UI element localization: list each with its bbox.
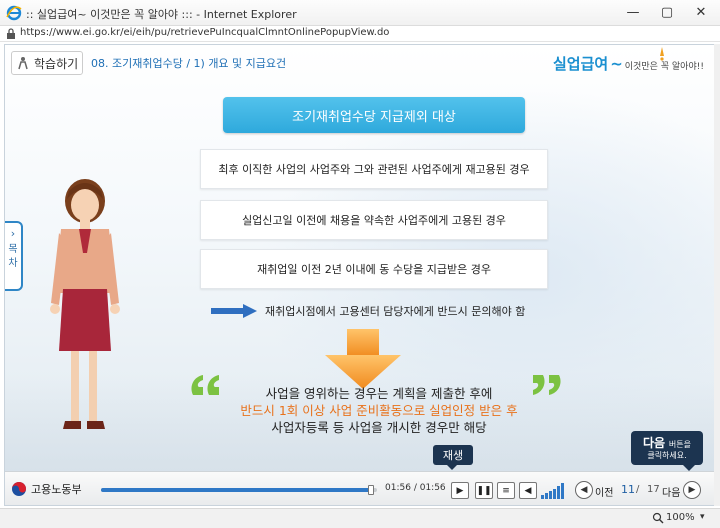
page-total: 17 <box>647 484 660 495</box>
status-bar: 100% ▾ <box>0 508 720 528</box>
brand-logo: 실업급여 ~ 이것만은 꼭 알아야!! <box>553 47 704 74</box>
time-current: 01:56 <box>385 483 411 493</box>
lock-icon <box>7 28 15 39</box>
window-title: :: 실업급여~ 이것만은 꼭 알아야 ::: - Internet Explo… <box>26 8 297 21</box>
zoom-level[interactable]: 100% <box>666 512 695 523</box>
progress-fill <box>101 488 372 492</box>
quote-line-highlight: 반드시 1회 이상 사업 준비활동으로 실업인정 받은 후 <box>240 403 518 418</box>
volume-button[interactable]: ◀ <box>519 482 537 499</box>
ministry-name: 고용노동부 <box>31 483 82 496</box>
section-title: 08. 조기재취업수당 / 1) 개요 및 지급요건 <box>91 57 287 70</box>
internet-explorer-icon <box>6 5 22 21</box>
volume-level-icon[interactable] <box>541 482 567 499</box>
brand-tilde: ~ <box>610 55 623 73</box>
url-text[interactable]: https://www.ei.go.kr/ei/eih/pu/retrieveP… <box>20 27 389 38</box>
person-reading-icon <box>18 57 28 70</box>
chevron-right-icon: › <box>10 227 16 240</box>
prev-page-button[interactable]: ◀ <box>575 481 593 499</box>
maximize-button[interactable]: ▢ <box>650 0 684 24</box>
timecode: 01:56 / 01:56 <box>385 483 446 493</box>
next-hint-line2: 클릭하세요. <box>647 451 687 460</box>
close-button[interactable]: ✕ <box>684 0 718 24</box>
notice-text: 재취업시점에서 고용센터 담당자에게 반드시 문의해야 함 <box>265 305 526 318</box>
next-hint-small: 버튼을 <box>668 440 691 449</box>
quote-line: 사업을 영위하는 경우는 계획을 제출한 후에 <box>265 386 493 401</box>
menu-button[interactable]: ≡ <box>497 482 515 499</box>
chevron-down-icon[interactable]: ▾ <box>700 512 705 522</box>
brand-main: 실업급여 <box>553 55 609 73</box>
presenter-character <box>50 179 120 429</box>
exclamation-deco-icon <box>660 47 664 61</box>
exclusion-item: 최후 이직한 사업의 사업주와 그와 관련된 사업주에게 재고용된 경우 <box>200 149 548 189</box>
next-hint-title: 다음 <box>642 436 666 450</box>
page-current: 11 <box>621 483 635 496</box>
toc-tab[interactable]: › 목 차 <box>5 221 23 291</box>
progress-handle[interactable] <box>368 485 375 495</box>
time-total: 01:56 <box>419 483 446 493</box>
player-controls: 고용노동부 01:56 / 01:56 ▶ ❚❚ ≡ ◀ ◀ 이전 11 / 1… <box>5 471 715 505</box>
prev-label[interactable]: 이전 <box>595 484 613 499</box>
page-separator: / <box>636 484 640 495</box>
down-arrow-icon <box>325 329 401 389</box>
study-label: 학습하기 <box>34 56 79 71</box>
quote-line: 사업자등록 등 사업을 개시한 경우만 해당 <box>271 420 487 435</box>
minimize-button[interactable]: — <box>616 0 650 24</box>
right-arrow-icon <box>211 304 257 318</box>
ministry-logo: 고용노동부 <box>11 481 82 497</box>
toc-label: 차 <box>8 258 18 269</box>
next-page-button[interactable]: ▶ <box>683 481 701 499</box>
exclusion-item: 실업신고일 이전에 채용을 약속한 사업주에게 고용된 경우 <box>200 200 548 240</box>
address-bar[interactable]: https://www.ei.go.kr/ei/eih/pu/retrieveP… <box>0 26 720 42</box>
study-badge: 학습하기 <box>11 51 83 75</box>
headline-banner: 조기재취업수당 지급제외 대상 <box>223 97 525 133</box>
lesson-header: 학습하기 08. 조기재취업수당 / 1) 개요 및 지급요건 실업급여 ~ 이… <box>5 45 715 81</box>
lesson-stage: 학습하기 08. 조기재취업수당 / 1) 개요 및 지급요건 실업급여 ~ 이… <box>4 44 716 506</box>
play-button[interactable]: ▶ <box>451 482 469 499</box>
taegeuk-emblem-icon <box>12 482 26 496</box>
notice-row: 재취업시점에서 고용센터 담당자에게 반드시 문의해야 함 <box>211 303 525 319</box>
next-hint-bubble: 다음 버튼을 클릭하세요. <box>631 431 703 471</box>
quote-block: 사업을 영위하는 경우는 계획을 제출한 후에 반드시 1회 이상 사업 준비활… <box>205 385 553 436</box>
play-hint-bubble: 재생 <box>433 445 473 470</box>
window-titlebar: :: 실업급여~ 이것만은 꼭 알아야 ::: - Internet Explo… <box>0 0 720 26</box>
vertical-scrollbar[interactable] <box>714 44 720 506</box>
exclusion-item: 재취업일 이전 2년 이내에 동 수당을 지급받은 경우 <box>200 249 548 289</box>
progress-bar[interactable] <box>101 485 377 495</box>
next-label[interactable]: 다음 <box>662 484 680 499</box>
toc-label: 목 <box>8 244 18 255</box>
zoom-icon[interactable] <box>652 512 664 524</box>
pause-button[interactable]: ❚❚ <box>475 482 493 499</box>
